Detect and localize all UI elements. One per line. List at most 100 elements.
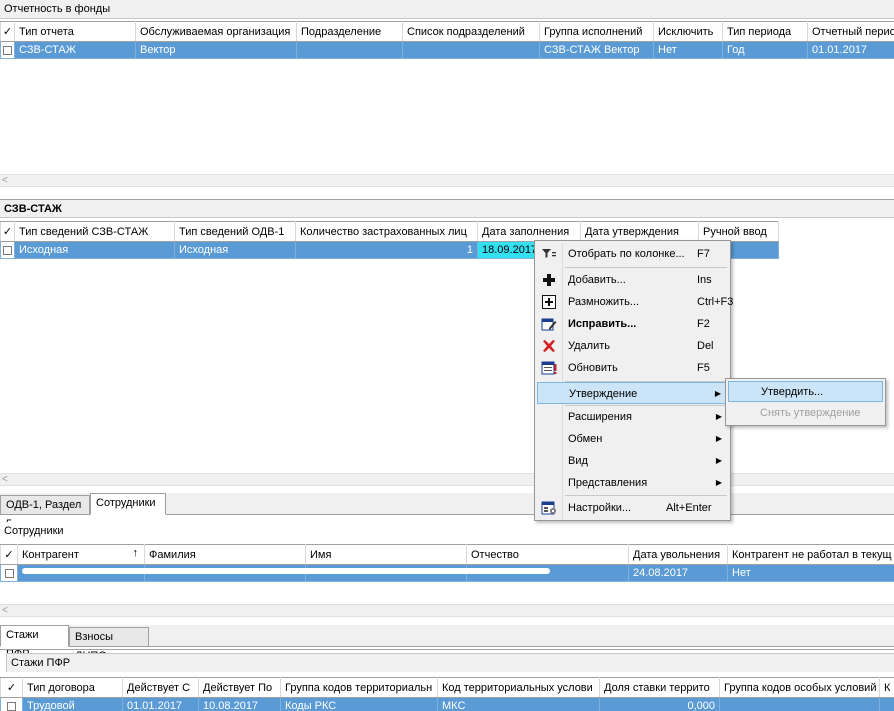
column-header[interactable]: Исключить	[653, 21, 723, 42]
column-header[interactable]: Тип сведений ОДВ-1	[174, 221, 296, 242]
column-header[interactable]: Тип периода	[722, 21, 808, 42]
menu-item-representations[interactable]: Представления ▶	[537, 472, 728, 494]
menu-item-approve[interactable]: Утвердить...	[728, 381, 883, 402]
check-column-icon[interactable]: ✓	[0, 221, 15, 242]
menu-item-exchange[interactable]: Обмен ▶	[537, 428, 728, 450]
column-header[interactable]: Код территориальных услови	[437, 677, 600, 698]
menu-item-shortcut: Del	[697, 340, 714, 352]
menu-item-label: Утверждение	[569, 388, 638, 400]
tab-pfr-experience[interactable]: Стажи ПФР	[0, 625, 69, 660]
table-cell[interactable]	[879, 697, 894, 711]
table-cell[interactable]: МКС	[437, 697, 600, 711]
menu-item-label: Представления	[568, 477, 648, 489]
table-cell[interactable]: Нет	[653, 41, 723, 59]
menu-item-label: Расширения	[568, 411, 632, 423]
menu-item-edit[interactable]: Исправить... F2	[537, 313, 728, 335]
table-row[interactable]: СЗВ-СТАЖ Вектор СЗВ-СТАЖ Вектор Нет Год …	[0, 41, 894, 59]
table-row[interactable]: Трудовой 01.01.2017 10.08.2017 Коды РКС …	[0, 697, 894, 711]
menu-item-delete[interactable]: Удалить Del	[537, 335, 728, 357]
menu-item-duplicate[interactable]: Размножить... Ctrl+F3	[537, 291, 733, 313]
menu-item-add[interactable]: Добавить... Ins	[537, 269, 728, 291]
horizontal-scrollbar[interactable]: <	[0, 174, 894, 187]
table-cell[interactable]	[296, 41, 403, 59]
table-cell[interactable]: Нет	[727, 564, 894, 582]
check-column-icon[interactable]: ✓	[0, 677, 23, 698]
table-cell[interactable]: Трудовой	[22, 697, 123, 711]
table-cell[interactable]: 24.08.2017	[628, 564, 728, 582]
sort-ascending-icon: ↑	[132, 547, 139, 559]
row-checkbox[interactable]	[0, 697, 23, 711]
table-cell[interactable]: Коды РКС	[280, 697, 438, 711]
menu-item-settings[interactable]: Настройки... Alt+Enter	[537, 497, 728, 519]
menu-separator	[565, 495, 727, 496]
column-header[interactable]: Тип отчета	[14, 21, 136, 42]
scroll-left-icon[interactable]: <	[2, 474, 8, 486]
column-header[interactable]: Подразделение	[296, 21, 403, 42]
menu-item-shortcut: Alt+Enter	[666, 502, 712, 514]
column-header[interactable]: Действует По	[198, 677, 281, 698]
horizontal-scrollbar[interactable]: <	[0, 473, 894, 486]
approval-submenu: Утвердить... Снять утверждение	[725, 378, 886, 426]
menu-item-extensions[interactable]: Расширения ▶	[537, 406, 728, 428]
column-header-label: Контрагент	[22, 548, 79, 561]
table-cell[interactable]: 01.01.2017	[122, 697, 199, 711]
tab-odv1-section5[interactable]: ОДВ-1, Раздел 5	[0, 495, 90, 530]
redaction-bar	[22, 568, 550, 574]
column-header[interactable]: Доля ставки террито	[599, 677, 720, 698]
column-header[interactable]: Имя	[305, 544, 467, 565]
refresh-icon	[541, 360, 557, 376]
column-header[interactable]: Список подразделений	[402, 21, 540, 42]
menu-item-refresh[interactable]: Обновить F5	[537, 357, 728, 379]
tab-employees[interactable]: Сотрудники	[90, 493, 166, 515]
column-header[interactable]: Отчество	[466, 544, 629, 565]
column-header[interactable]: Дата утверждения	[580, 221, 699, 242]
table-cell[interactable]: Вектор	[135, 41, 297, 59]
scroll-left-icon[interactable]: <	[2, 175, 8, 187]
column-header[interactable]: Обслуживаемая организация	[135, 21, 297, 42]
tab-dnpo-contributions[interactable]: Взносы ДНПО	[69, 627, 149, 662]
check-column-icon[interactable]: ✓	[0, 544, 18, 565]
panel-title-szv-stazh: СЗВ-СТАЖ	[0, 199, 894, 218]
row-checkbox[interactable]	[0, 41, 15, 59]
table-cell[interactable]: Исходная	[174, 241, 296, 259]
row-checkbox[interactable]	[0, 564, 18, 582]
table-cell[interactable]: СЗВ-СТАЖ Вектор	[539, 41, 654, 59]
column-header[interactable]: Группа кодов особых условий	[719, 677, 880, 698]
table-cell[interactable]: 10.08.2017	[198, 697, 281, 711]
column-header[interactable]: Контрагент не работал в текущ	[727, 544, 894, 565]
table-cell[interactable]: 0,000	[599, 697, 720, 711]
menu-item-revoke-approval[interactable]: Снять утверждение	[728, 403, 883, 424]
scroll-left-icon[interactable]: <	[2, 605, 8, 617]
column-header[interactable]: Тип сведений СЗВ-СТАЖ	[14, 221, 175, 242]
table-cell[interactable]	[402, 41, 540, 59]
menu-item-label: Отобрать по колонке...	[568, 248, 685, 260]
column-header[interactable]: Группа кодов территориальн	[280, 677, 438, 698]
menu-item-filter-by-column[interactable]: Отобрать по колонке... F7	[537, 243, 728, 265]
horizontal-scrollbar[interactable]: <	[0, 604, 894, 617]
column-header[interactable]: Фамилия	[144, 544, 306, 565]
column-header[interactable]: Ручной ввод	[698, 221, 779, 242]
check-column-icon[interactable]: ✓	[0, 21, 15, 42]
menu-item-approval[interactable]: Утверждение ▶	[537, 382, 728, 404]
settings-icon	[541, 500, 557, 516]
table-cell[interactable]	[719, 697, 880, 711]
column-header[interactable]: Дата заполнения	[477, 221, 581, 242]
pfr-experience-grid: ✓ Тип договора Действует С Действует По …	[0, 677, 894, 711]
row-checkbox[interactable]	[0, 241, 15, 259]
column-header[interactable]: К	[879, 677, 894, 698]
column-header[interactable]: Группа исполнений	[539, 21, 654, 42]
column-header[interactable]: Дата увольнения	[628, 544, 728, 565]
column-header[interactable]: Действует С	[122, 677, 199, 698]
column-header[interactable]: Отчетный перио	[807, 21, 894, 42]
table-cell[interactable]: Год	[722, 41, 808, 59]
column-header[interactable]: Тип договора	[22, 677, 123, 698]
column-header[interactable]: Количество застрахованных лиц	[295, 221, 478, 242]
table-cell[interactable]: 01.01.2017	[807, 41, 894, 59]
tab-bar: ОДВ-1, Раздел 5 Сотрудники	[0, 493, 894, 530]
table-cell[interactable]: 1	[295, 241, 478, 259]
menu-separator	[565, 267, 727, 268]
column-header[interactable]: Контрагент ↑	[17, 544, 145, 565]
table-cell[interactable]: Исходная	[14, 241, 175, 259]
menu-item-view[interactable]: Вид ▶	[537, 450, 728, 472]
table-cell[interactable]: СЗВ-СТАЖ	[14, 41, 136, 59]
